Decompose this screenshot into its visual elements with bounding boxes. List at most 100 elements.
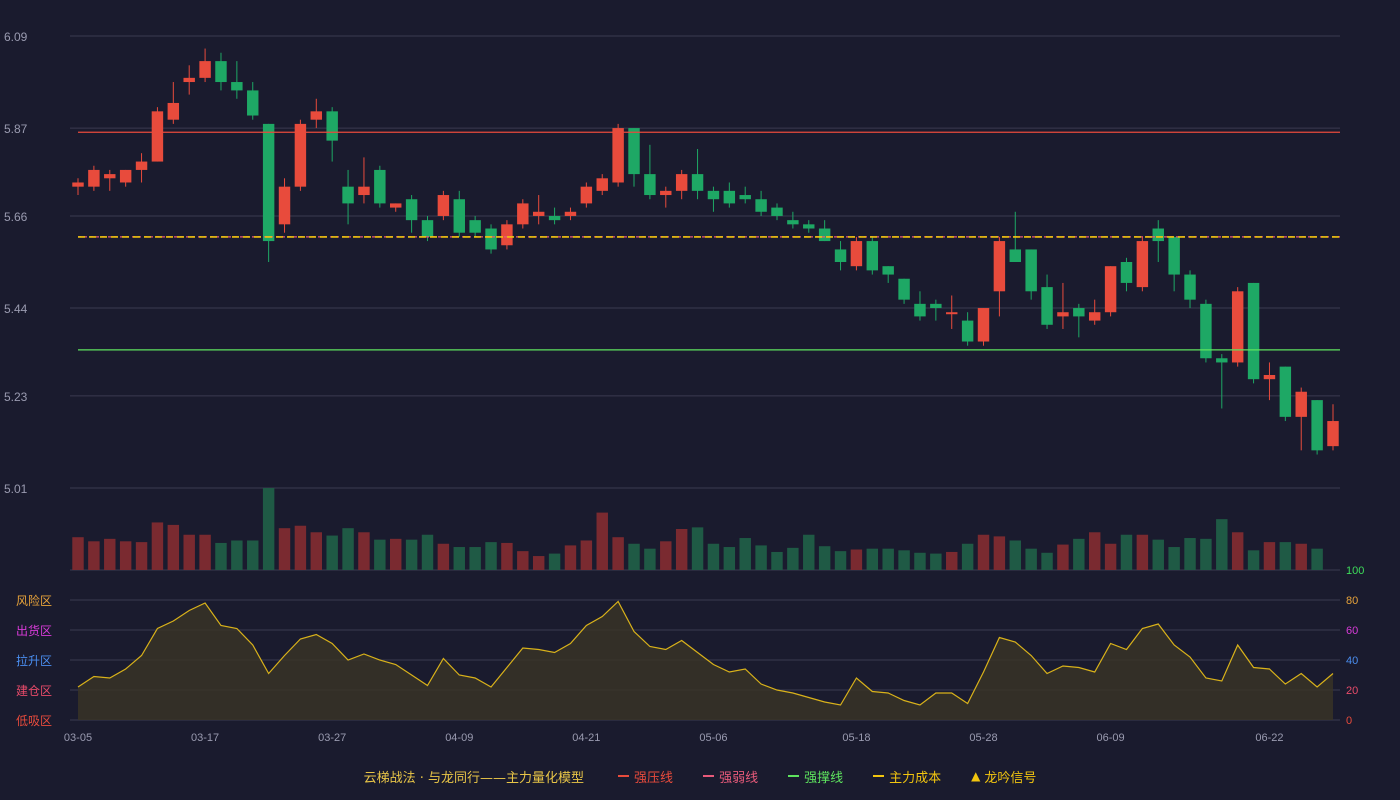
volume-bar [977, 534, 990, 570]
candle-body [818, 228, 831, 242]
volume-bar [1088, 532, 1101, 570]
candle-body [961, 320, 974, 342]
candle-body [151, 111, 164, 162]
stock-chart: 6.09 5.87 5.66 5.44 5.23 5.01 100 80 60 40 20 0 风险区… [4, 30, 1364, 744]
price-tick-label: 5.23 [4, 390, 28, 404]
legend-item-support[interactable]: 强撑线 [788, 767, 843, 786]
volume-bar [72, 537, 84, 570]
volume-bar [771, 551, 783, 570]
date-tick-label: 03-17 [191, 732, 219, 744]
candle-body [564, 211, 577, 216]
candle-body [771, 207, 783, 216]
date-axis: 03-05 03-17 03-27 04-09 04-21 05-06 05-18 05-28… [64, 732, 1284, 744]
oscillator-tick-label: 0 [1346, 715, 1352, 727]
candle-body [1073, 308, 1085, 317]
candle-body [1247, 282, 1260, 380]
candle-body [596, 178, 608, 191]
volume-bar [675, 529, 688, 570]
volume-bar [326, 535, 338, 570]
cost-line-icon [873, 775, 885, 777]
volume-bar [501, 542, 513, 570]
candle-body [1168, 236, 1180, 275]
legend-item-resistance[interactable]: 强压线 [618, 767, 673, 786]
volume-bar [135, 542, 148, 570]
volume-bar [310, 532, 323, 570]
price-tick-label: 5.01 [4, 482, 28, 496]
oscillator-zone-label: 风险区 [16, 593, 52, 608]
candle-body [993, 241, 1006, 292]
volume-bar [358, 532, 370, 570]
legend-item-strength[interactable]: 强弱线 [703, 767, 758, 786]
candle-body [119, 169, 132, 183]
candle-body [183, 77, 195, 83]
candle-body [644, 174, 656, 196]
volume-bar [421, 534, 434, 570]
candle-body [930, 303, 942, 309]
date-tick-label: 06-09 [1097, 732, 1125, 744]
candle-body [866, 241, 879, 271]
oscillator-zone-label: 建仓区 [16, 684, 52, 698]
volume-bar [946, 551, 958, 570]
volume-bar [564, 545, 577, 570]
volume-bar [644, 548, 656, 570]
candle-body [977, 308, 990, 342]
volume-bar [231, 540, 243, 570]
candle-body [1216, 358, 1228, 363]
candle-body [612, 128, 624, 183]
volume-bar [1136, 534, 1149, 570]
volume-bar [215, 542, 227, 570]
price-tick-label: 6.09 [4, 30, 28, 44]
legend-label: 主力成本 [889, 770, 942, 786]
oscillator-zone-label: 低吸区 [16, 714, 52, 728]
candle-body [199, 61, 211, 78]
volume-bar [469, 547, 481, 570]
price-tick-label: 5.66 [4, 210, 28, 224]
candle-body [517, 203, 529, 225]
price-tick-label: 5.87 [4, 122, 28, 136]
candle-body [135, 161, 148, 170]
legend-title: 云梯战法 · 与龙同行——主力量化模型 [363, 770, 585, 786]
candle-body [469, 220, 481, 233]
legend-item-signal[interactable]: ▲ 龙吟信号 [971, 767, 1036, 786]
candle-body [1295, 391, 1307, 417]
candle-body [628, 128, 640, 175]
volume-bar [660, 541, 672, 570]
candle-body [1025, 249, 1037, 292]
volume-bar [787, 547, 799, 570]
candle-body [421, 220, 434, 237]
date-tick-label: 03-05 [64, 732, 92, 744]
candle-body [707, 190, 720, 200]
candle-body [167, 102, 180, 120]
candle-body [755, 199, 767, 212]
volume-bar [723, 547, 736, 570]
candle-body [262, 123, 275, 242]
volume-bar [517, 551, 529, 570]
candle-body [1311, 400, 1323, 451]
volume-bar [104, 538, 116, 570]
volume-bar [834, 551, 847, 570]
legend-item-cost[interactable]: 主力成本 [873, 767, 941, 786]
volume-bar [437, 543, 450, 570]
volume-bar [151, 522, 164, 570]
volume-bar [612, 537, 624, 570]
candle-body [946, 312, 958, 315]
candle-body [882, 266, 894, 275]
volume-bar [691, 527, 704, 570]
strength-line-icon [703, 775, 715, 777]
candle-body [1327, 421, 1339, 447]
volume-bar [961, 543, 974, 570]
chart-legend: 云梯战法 · 与龙同行——主力量化模型 强压线 强弱线 强撑线 主力成本 ▲ 龙… [0, 766, 1400, 786]
volume-bar [707, 543, 720, 570]
candle-body [532, 211, 545, 216]
volume-bar [1216, 519, 1228, 570]
volume-bar [803, 534, 815, 570]
legend-label: 强压线 [634, 770, 674, 786]
volume-bar [882, 548, 894, 570]
candle-body [501, 224, 513, 246]
volume-bar [405, 539, 418, 570]
volume-bar [532, 556, 545, 570]
candle-body [1057, 312, 1069, 317]
oscillator-tick-label: 100 [1346, 565, 1364, 577]
candle-body [1136, 241, 1149, 288]
candle-body [390, 203, 402, 208]
